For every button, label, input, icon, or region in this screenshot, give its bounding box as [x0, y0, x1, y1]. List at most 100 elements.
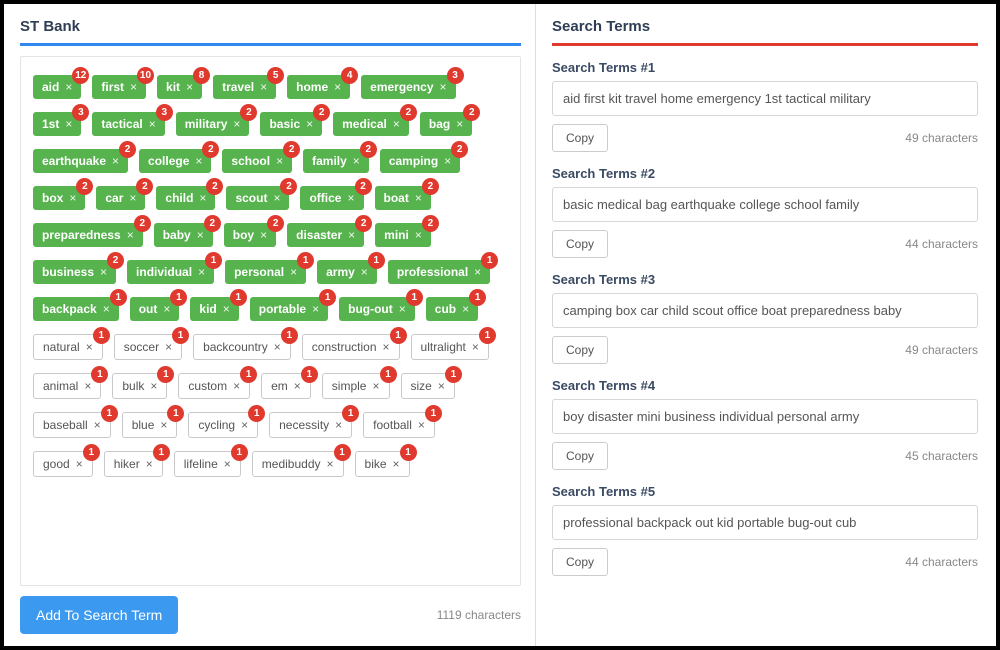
tag-school[interactable]: school×2	[222, 149, 292, 173]
close-icon[interactable]: ×	[129, 192, 136, 204]
tag-hiker[interactable]: hiker×1	[104, 451, 163, 477]
tag-lifeline[interactable]: lifeline×1	[174, 451, 241, 477]
tag-home[interactable]: home×4	[287, 75, 350, 99]
copy-button[interactable]: Copy	[552, 124, 608, 152]
tag-backpack[interactable]: backpack×1	[33, 297, 119, 321]
close-icon[interactable]: ×	[241, 419, 248, 431]
tag-natural[interactable]: natural×1	[33, 334, 103, 360]
tag-medical[interactable]: medical×2	[333, 112, 409, 136]
tag-bank-scroll[interactable]: aid×12first×10kit×8travel×5home×4emergen…	[20, 56, 521, 586]
close-icon[interactable]: ×	[198, 266, 205, 278]
tag-blue[interactable]: blue×1	[122, 412, 178, 438]
close-icon[interactable]: ×	[94, 419, 101, 431]
tag-business[interactable]: business×2	[33, 260, 116, 284]
add-to-search-term-button[interactable]: Add To Search Term	[20, 596, 178, 634]
close-icon[interactable]: ×	[383, 341, 390, 353]
close-icon[interactable]: ×	[100, 266, 107, 278]
tag-ultralight[interactable]: ultralight×1	[411, 334, 489, 360]
close-icon[interactable]: ×	[327, 458, 334, 470]
tag-football[interactable]: football×1	[363, 412, 435, 438]
tag-boat[interactable]: boat×2	[375, 186, 431, 210]
close-icon[interactable]: ×	[306, 118, 313, 130]
tag-aid[interactable]: aid×12	[33, 75, 81, 99]
close-icon[interactable]: ×	[444, 155, 451, 167]
tag-box[interactable]: box×2	[33, 186, 85, 210]
tag-child[interactable]: child×2	[156, 186, 215, 210]
tag-cycling[interactable]: cycling×1	[188, 412, 258, 438]
close-icon[interactable]: ×	[65, 81, 72, 93]
tag-emergency[interactable]: emergency×3	[361, 75, 455, 99]
tag-family[interactable]: family×2	[303, 149, 369, 173]
tag-camping[interactable]: camping×2	[380, 149, 460, 173]
tag-bag[interactable]: bag×2	[420, 112, 472, 136]
tag-portable[interactable]: portable×1	[250, 297, 328, 321]
copy-button[interactable]: Copy	[552, 442, 608, 470]
close-icon[interactable]: ×	[84, 380, 91, 392]
close-icon[interactable]: ×	[223, 303, 230, 315]
tag-simple[interactable]: simple×1	[322, 373, 390, 399]
close-icon[interactable]: ×	[290, 266, 297, 278]
close-icon[interactable]: ×	[393, 458, 400, 470]
tag-animal[interactable]: animal×1	[33, 373, 101, 399]
tag-em[interactable]: em×1	[261, 373, 311, 399]
tag-cub[interactable]: cub×1	[426, 297, 478, 321]
tag-disaster[interactable]: disaster×2	[287, 223, 364, 247]
close-icon[interactable]: ×	[195, 155, 202, 167]
tag-bike[interactable]: bike×1	[355, 451, 410, 477]
close-icon[interactable]: ×	[224, 458, 231, 470]
tag-1st[interactable]: 1st×3	[33, 112, 81, 136]
tag-tactical[interactable]: tactical×3	[92, 112, 164, 136]
close-icon[interactable]: ×	[334, 81, 341, 93]
tag-individual[interactable]: individual×1	[127, 260, 214, 284]
close-icon[interactable]: ×	[274, 341, 281, 353]
close-icon[interactable]: ×	[393, 118, 400, 130]
tag-custom[interactable]: custom×1	[178, 373, 250, 399]
search-term-input-1[interactable]	[552, 81, 978, 116]
close-icon[interactable]: ×	[146, 458, 153, 470]
tag-construction[interactable]: construction×1	[302, 334, 400, 360]
close-icon[interactable]: ×	[462, 303, 469, 315]
close-icon[interactable]: ×	[418, 419, 425, 431]
tag-kit[interactable]: kit×8	[157, 75, 202, 99]
close-icon[interactable]: ×	[160, 419, 167, 431]
tag-baseball[interactable]: baseball×1	[33, 412, 111, 438]
tag-car[interactable]: car×2	[96, 186, 145, 210]
close-icon[interactable]: ×	[472, 341, 479, 353]
tag-earthquake[interactable]: earthquake×2	[33, 149, 128, 173]
close-icon[interactable]: ×	[233, 380, 240, 392]
close-icon[interactable]: ×	[112, 155, 119, 167]
tag-basic[interactable]: basic×2	[260, 112, 322, 136]
tag-office[interactable]: office×2	[300, 186, 363, 210]
close-icon[interactable]: ×	[438, 380, 445, 392]
tag-necessity[interactable]: necessity×1	[269, 412, 352, 438]
copy-button[interactable]: Copy	[552, 548, 608, 576]
close-icon[interactable]: ×	[260, 81, 267, 93]
close-icon[interactable]: ×	[233, 118, 240, 130]
close-icon[interactable]: ×	[130, 81, 137, 93]
tag-medibuddy[interactable]: medibuddy×1	[252, 451, 344, 477]
close-icon[interactable]: ×	[76, 458, 83, 470]
close-icon[interactable]: ×	[348, 229, 355, 241]
tag-preparedness[interactable]: preparedness×2	[33, 223, 143, 247]
close-icon[interactable]: ×	[335, 419, 342, 431]
tag-baby[interactable]: baby×2	[154, 223, 213, 247]
search-term-input-5[interactable]	[552, 505, 978, 540]
close-icon[interactable]: ×	[197, 229, 204, 241]
close-icon[interactable]: ×	[399, 303, 406, 315]
tag-personal[interactable]: personal×1	[225, 260, 306, 284]
tag-out[interactable]: out×1	[130, 297, 180, 321]
tag-army[interactable]: army×1	[317, 260, 377, 284]
copy-button[interactable]: Copy	[552, 336, 608, 364]
close-icon[interactable]: ×	[273, 192, 280, 204]
close-icon[interactable]: ×	[150, 380, 157, 392]
search-term-input-2[interactable]	[552, 187, 978, 222]
close-icon[interactable]: ×	[312, 303, 319, 315]
close-icon[interactable]: ×	[65, 118, 72, 130]
tag-scout[interactable]: scout×2	[226, 186, 289, 210]
close-icon[interactable]: ×	[127, 229, 134, 241]
close-icon[interactable]: ×	[440, 81, 447, 93]
tag-first[interactable]: first×10	[92, 75, 146, 99]
tag-backcountry[interactable]: backcountry×1	[193, 334, 291, 360]
close-icon[interactable]: ×	[86, 341, 93, 353]
tag-soccer[interactable]: soccer×1	[114, 334, 182, 360]
